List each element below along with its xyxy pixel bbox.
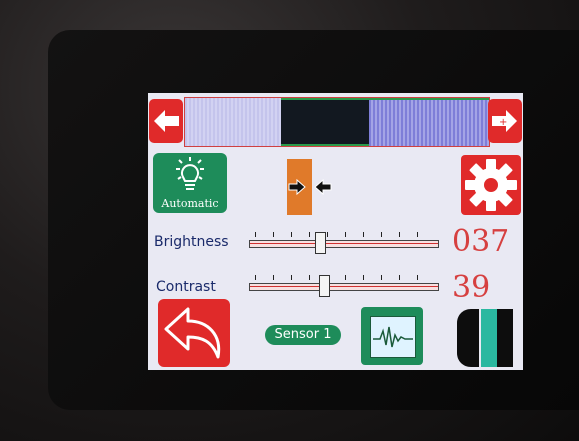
contrast-slider[interactable] — [249, 275, 439, 297]
svg-text:+: + — [499, 117, 507, 128]
graph-button[interactable] — [361, 307, 423, 365]
graph-screen — [370, 316, 416, 358]
contrast-ticks — [255, 275, 433, 280]
brightness-track — [249, 240, 439, 248]
strip-right-segment — [369, 98, 489, 146]
brightness-ticks — [255, 232, 433, 237]
automatic-button[interactable]: Automatic — [153, 153, 227, 213]
arrows-in-icon — [288, 178, 332, 196]
color-mode-button[interactable] — [457, 309, 513, 367]
sensor-select-button[interactable]: Sensor 1 — [265, 325, 341, 345]
gear-icon — [465, 159, 517, 211]
contrast-thumb[interactable] — [319, 275, 330, 297]
arrow-right-icon: + — [492, 110, 517, 132]
next-button[interactable]: + — [488, 99, 522, 143]
brightness-value: 037 — [452, 224, 510, 259]
lightbulb-icon — [176, 157, 204, 190]
contrast-value: 39 — [452, 270, 491, 305]
undo-arrow-icon — [164, 307, 221, 359]
prev-button[interactable] — [149, 99, 183, 143]
arrow-left-icon — [154, 110, 179, 132]
strip-left-segment — [185, 98, 281, 146]
brightness-slider[interactable] — [249, 232, 439, 254]
contrast-label: Contrast — [156, 279, 216, 295]
preview-strip — [184, 97, 490, 147]
touch-screen: + Automatic Brightness 037 Contrast 39 S… — [148, 93, 523, 370]
black-white-teal-swatch-icon — [457, 309, 513, 367]
brightness-thumb[interactable] — [315, 232, 326, 254]
back-button[interactable] — [158, 299, 230, 367]
waveform-monitor-icon — [373, 326, 413, 348]
contrast-track — [249, 283, 439, 291]
settings-button[interactable] — [461, 155, 521, 215]
automatic-label: Automatic — [161, 197, 219, 210]
strip-dark-segment — [281, 98, 369, 146]
brightness-label: Brightness — [154, 234, 229, 250]
